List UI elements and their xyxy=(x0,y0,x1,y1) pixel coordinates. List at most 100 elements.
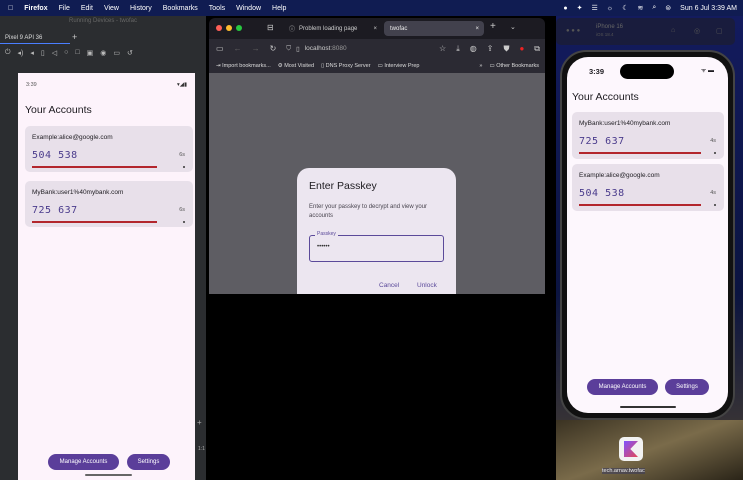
url-bar[interactable]: ⛉ ▯ localhost:8080 xyxy=(286,45,346,53)
menu-edit[interactable]: Edit xyxy=(81,5,93,12)
home-indicator xyxy=(620,406,676,408)
wifi-battery-icon: ▾◢▮ xyxy=(176,82,187,88)
seconds-remaining: 6s xyxy=(179,207,185,213)
status-icon[interactable]: ☰ xyxy=(592,4,598,12)
window-controls[interactable]: ● ● ● xyxy=(566,28,580,34)
record-icon[interactable]: ▭ xyxy=(113,49,120,57)
menu-window[interactable]: Window xyxy=(236,5,261,12)
share-icon[interactable]: ⇪ xyxy=(487,44,494,53)
extensions-icon[interactable]: ⧉ xyxy=(534,44,540,54)
wifi-icon[interactable]: ≋ xyxy=(638,4,644,12)
search-icon[interactable]: ⌕ xyxy=(652,4,656,12)
brightness-icon[interactable]: ☼ xyxy=(607,5,613,12)
volume-up-icon[interactable]: ◂) xyxy=(18,49,24,57)
url-port: :8080 xyxy=(330,45,347,52)
menu-app-name[interactable]: Firefox xyxy=(24,5,47,12)
status-icon[interactable]: ✦ xyxy=(577,4,583,12)
account-name: MyBank:user1%40mybank.com xyxy=(32,189,124,196)
manage-accounts-button[interactable]: Manage Accounts xyxy=(48,454,119,470)
rotate-icon[interactable]: ▯ xyxy=(41,49,45,57)
iphone-simulator: 3:39 ᯤ ▬ Your Accounts MyBank:user1%40my… xyxy=(560,50,735,420)
back-icon[interactable]: ← xyxy=(234,44,242,53)
firefox-window: ⊟ ⓘ Problem loading page × twofac × + ⌄ ▭ ←… xyxy=(209,18,545,294)
countdown-bar xyxy=(32,221,157,223)
simulator-device: iPhone 16 xyxy=(596,24,624,30)
bookmark-import[interactable]: ⇥ Import bookmarks... xyxy=(216,63,271,69)
device-tab[interactable]: Pixel 9 API 36 xyxy=(5,35,42,41)
status-icon[interactable]: ● xyxy=(563,5,567,12)
tab-problem-loading[interactable]: ⓘ Problem loading page × xyxy=(285,21,381,36)
forward-icon[interactable]: → xyxy=(252,44,260,53)
sidebar-icon[interactable]: ▭ xyxy=(216,44,224,53)
otp-code[interactable]: 504 538 xyxy=(32,150,78,161)
menu-history[interactable]: History xyxy=(130,5,152,12)
settings-button[interactable]: Settings xyxy=(127,454,170,470)
snapshot-icon[interactable]: ▣ xyxy=(87,49,94,57)
moon-icon[interactable]: ☾ xyxy=(622,4,628,12)
account-card[interactable]: Example:alice@google.com 504 538 6s xyxy=(25,126,193,172)
home-icon[interactable]: ○ xyxy=(64,49,68,57)
minimize-window-button[interactable] xyxy=(226,25,232,31)
page-title: Your Accounts xyxy=(572,91,639,103)
account-card[interactable]: MyBank:user1%40mybank.com 725 637 4s xyxy=(572,112,724,159)
wallpaper-city xyxy=(556,420,743,480)
menu-clock[interactable]: Sun 6 Jul 3:39 AM xyxy=(680,5,737,12)
extension-icon[interactable]: ◍ xyxy=(470,44,477,53)
control-center-icon[interactable]: ⊜ xyxy=(665,4,671,12)
camera-icon[interactable]: ◉ xyxy=(100,49,106,57)
tab-overview-icon[interactable]: ⊟ xyxy=(267,23,274,32)
bookmark-dns-proxy[interactable]: ▯ DNS Proxy Server xyxy=(321,63,371,69)
undo-icon[interactable]: ↺ xyxy=(127,49,133,57)
tab-twofac[interactable]: twofac × xyxy=(384,21,484,36)
menu-view[interactable]: View xyxy=(104,5,119,12)
shield-extension-icon[interactable]: ⛊ xyxy=(503,44,509,54)
tab-list-icon[interactable]: ⌄ xyxy=(510,23,516,31)
bookmark-star-icon[interactable]: ☆ xyxy=(439,44,446,53)
close-tab-icon[interactable]: × xyxy=(373,26,377,32)
kotlin-app-icon[interactable] xyxy=(619,437,643,461)
seconds-remaining: 6s xyxy=(179,152,185,158)
close-window-button[interactable] xyxy=(216,25,222,31)
back-icon[interactable]: ◁ xyxy=(52,49,57,57)
account-card[interactable]: Example:alice@google.com 504 538 4s xyxy=(572,164,724,211)
menu-tools[interactable]: Tools xyxy=(209,5,225,12)
settings-button[interactable]: Settings xyxy=(665,379,709,395)
unlock-button[interactable]: Unlock xyxy=(417,282,437,289)
menu-bookmarks[interactable]: Bookmarks xyxy=(163,5,198,12)
countdown-bar xyxy=(32,166,157,168)
otp-code[interactable]: 725 637 xyxy=(579,136,625,147)
zoom-in-icon[interactable]: + xyxy=(197,418,202,427)
nav-toolbar: ▭ ← → ↻ ⛉ ▯ localhost:8080 ☆ ⤓ ◍ ⇪ ⛊ ● ⧉ xyxy=(209,39,545,58)
page-title: Your Accounts xyxy=(25,104,92,116)
overview-icon[interactable]: □ xyxy=(75,49,79,57)
screenshot-icon[interactable]: ◎ xyxy=(694,27,700,35)
otp-code[interactable]: 725 637 xyxy=(32,205,78,216)
reload-icon[interactable]: ↻ xyxy=(270,44,277,53)
manage-accounts-button[interactable]: Manage Accounts xyxy=(587,379,658,395)
volume-down-icon[interactable]: ◂ xyxy=(30,49,34,57)
more-bookmarks-icon[interactable]: » xyxy=(479,63,482,69)
passkey-value: •••••• xyxy=(317,244,330,250)
zoom-ratio[interactable]: 1:1 xyxy=(198,446,205,452)
download-icon[interactable]: ⤓ xyxy=(456,44,460,54)
account-card[interactable]: MyBank:user1%40mybank.com 725 637 6s xyxy=(25,181,193,227)
otp-code[interactable]: 504 538 xyxy=(579,188,625,199)
power-icon[interactable]: ⏻ xyxy=(5,49,11,57)
new-tab-icon[interactable]: + xyxy=(490,21,496,32)
passkey-input[interactable]: Passkey •••••• xyxy=(309,231,444,262)
close-tab-icon[interactable]: × xyxy=(475,26,479,32)
add-device-icon[interactable]: + xyxy=(72,32,77,42)
bookmark-other[interactable]: ▭ Other Bookmarks xyxy=(489,63,539,69)
cancel-button[interactable]: Cancel xyxy=(379,282,399,289)
bookmark-most-visited[interactable]: ⚙ Most Visited xyxy=(278,63,314,69)
menu-file[interactable]: File xyxy=(59,5,70,12)
countdown-bar xyxy=(579,152,701,154)
maximize-window-button[interactable] xyxy=(236,25,242,31)
apple-icon[interactable]:  xyxy=(8,5,13,12)
adblock-icon[interactable]: ● xyxy=(519,44,524,53)
menu-help[interactable]: Help xyxy=(272,5,286,12)
bookmark-interview-prep[interactable]: ▭ Interview Prep xyxy=(378,63,420,69)
rotate-icon[interactable]: ▢ xyxy=(716,27,723,35)
emulator-toolbar: ⏻ ◂) ◂ ▯ ◁ ○ □ ▣ ◉ ▭ ↺ xyxy=(5,49,133,57)
home-icon[interactable]: ⌂ xyxy=(671,27,675,34)
